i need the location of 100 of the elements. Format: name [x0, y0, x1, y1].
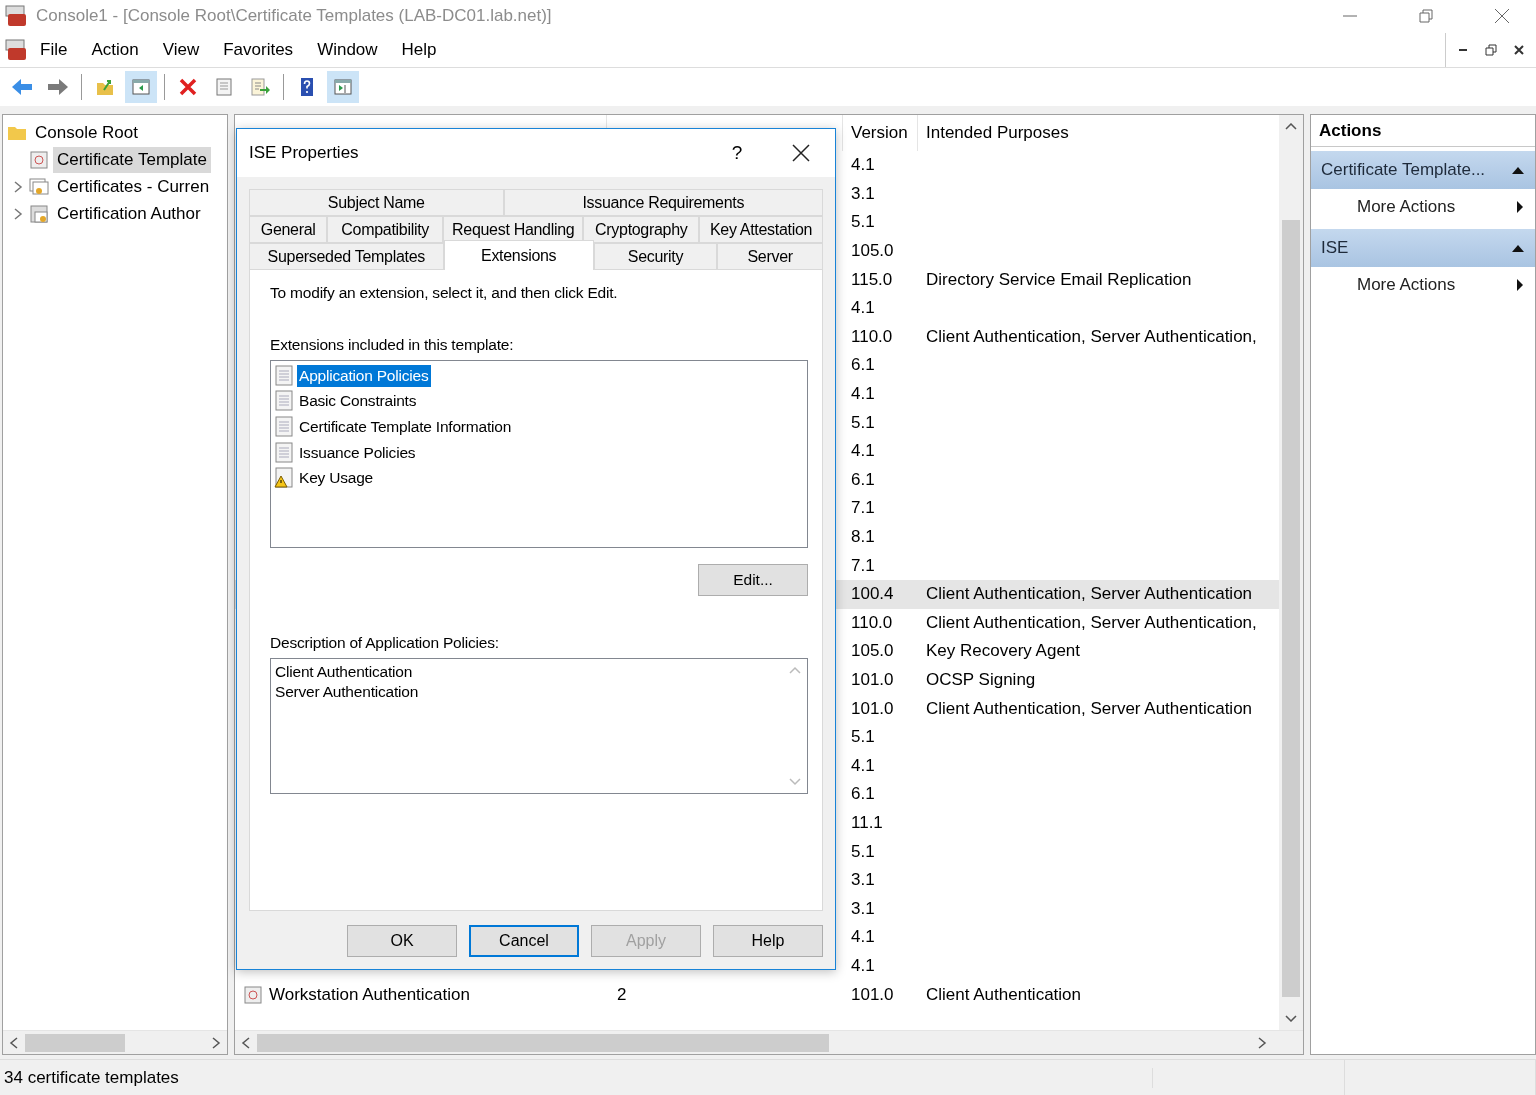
delete-icon	[178, 77, 198, 97]
app-icon	[4, 37, 28, 62]
table-cell: Client Authentication, Server Authentication	[926, 584, 1253, 605]
folder-up-icon	[95, 77, 115, 97]
restore-icon	[1485, 43, 1497, 56]
window-title: Console1 - [Console Root\Certificate Templates (LAB-DC01.lab.net)]	[36, 6, 553, 26]
extension-item[interactable]: Basic Constraints	[297, 390, 419, 413]
tab[interactable]: Cryptography	[583, 216, 700, 243]
certificates-icon	[29, 176, 49, 197]
tree-item[interactable]: Certificate Template	[53, 146, 211, 173]
table-cell: Workstation Authentication	[269, 984, 470, 1005]
table-cell: Directory Service Email Replication	[926, 269, 1192, 290]
minimize-icon	[1459, 48, 1467, 51]
table-cell: 4.1	[851, 955, 875, 976]
status-text: 34 certificate templates	[0, 1067, 1154, 1088]
table-cell-text: 2	[616, 984, 627, 1005]
tree-item[interactable]: Certification Author	[53, 200, 205, 227]
dialog-button[interactable]: OK	[347, 925, 457, 957]
table-cell: 5.1	[851, 727, 875, 748]
tab[interactable]: Compatibility	[327, 216, 443, 243]
description-label: Description of Application Policies:	[270, 634, 500, 652]
export-list-icon	[250, 77, 270, 97]
table-cell: 101.0	[851, 698, 894, 719]
description-box[interactable]: Client Authentication Server Authentication	[270, 658, 808, 794]
table-cell: 101.0	[851, 670, 894, 690]
extension-item[interactable]: Application Policies	[297, 364, 431, 387]
extension-item[interactable]: Certificate Template Information	[297, 416, 514, 438]
table-cell: 6.1	[851, 784, 875, 805]
table-cell: 105.0	[851, 641, 894, 662]
table-cell: 101.0	[851, 984, 894, 1005]
restore-icon	[1418, 8, 1434, 24]
dialog-title: ISE Properties	[249, 143, 360, 163]
submenu-arrow-icon	[1515, 200, 1525, 214]
menu-item[interactable]: View	[150, 39, 212, 60]
tab[interactable]: Superseded Templates	[249, 243, 444, 270]
extension-item[interactable]: Key Usage	[297, 467, 376, 490]
dialog-button[interactable]: Cancel	[469, 925, 579, 957]
table-cell: 3.1	[851, 870, 875, 891]
table-cell: 115.0	[851, 269, 893, 290]
actions-header: Actions	[1311, 115, 1535, 147]
tree-item[interactable]: Certificates - Curren	[53, 173, 214, 200]
certificate-template-icon	[29, 149, 49, 170]
menu-item[interactable]: File	[28, 39, 80, 60]
column-header[interactable]: Version	[843, 115, 918, 151]
column-header[interactable]: Intended Purposes	[918, 115, 1279, 151]
menu-item[interactable]: Action	[79, 39, 151, 60]
table-cell: 3.1	[851, 898, 875, 919]
table-cell: 5.1	[851, 841, 875, 862]
scroll-down-icon	[788, 777, 802, 787]
table-cell: 100.4	[851, 584, 894, 605]
collapse-triangle-icon	[1511, 243, 1525, 253]
instruction-text: To modify an extension, select it, and then click Edit.	[270, 284, 619, 302]
tab[interactable]: Security	[593, 243, 718, 270]
edit-button[interactable]: Edit...	[698, 564, 808, 596]
close-icon	[1494, 8, 1510, 24]
scrollbar-thumb[interactable]	[25, 1033, 125, 1052]
menu-item[interactable]: Window	[305, 39, 390, 60]
tab[interactable]: Key Attestation	[699, 216, 823, 243]
help-button[interactable]: ?	[707, 133, 767, 173]
tab[interactable]: Server	[717, 243, 823, 270]
table-cell: Client Authentication, Server Authentication,	[926, 326, 1257, 347]
table-cell: OCSP Signing	[926, 670, 1036, 690]
extensions-list[interactable]: Application Policies Basic Constraints Certificate Template Information Issuance Policies Key Usage	[270, 360, 808, 548]
certification-authority-icon	[29, 203, 49, 224]
expand-chevron-icon	[13, 179, 23, 194]
console-tree-icon	[131, 77, 151, 97]
scrollbar-thumb[interactable]	[1282, 220, 1300, 997]
table-cell: 7.1	[851, 498, 875, 519]
description-text: Client Authentication Server Authentication	[274, 662, 420, 702]
tab[interactable]: General	[249, 216, 328, 243]
action-pane-icon	[333, 77, 353, 97]
tab[interactable]: Issuance Requirements	[503, 189, 823, 216]
table-row[interactable]: Workstation Authentication 2 101.0 Client Authentication	[235, 980, 1279, 1009]
action-section-header[interactable]: ISE	[1311, 229, 1535, 267]
dialog-button[interactable]: Help	[713, 925, 823, 957]
scrollbar-thumb[interactable]	[257, 1033, 829, 1052]
table-cell: Client Authentication, Server Authentication,	[926, 612, 1257, 633]
close-icon	[1514, 44, 1524, 55]
tree-item[interactable]: Console Root	[31, 119, 142, 146]
tab[interactable]: Extensions	[443, 240, 594, 270]
table-cell: Client Authentication, Server Authentication	[926, 698, 1253, 719]
extensions-label: Extensions included in this template:	[270, 336, 515, 354]
table-cell: 8.1	[851, 527, 875, 547]
tab[interactable]: Subject Name	[249, 189, 504, 216]
table-cell: 110.0	[851, 326, 893, 347]
back-arrow-icon	[10, 77, 34, 97]
menu-item[interactable]: Help	[389, 39, 449, 60]
scroll-up-icon	[788, 665, 802, 675]
minimize-icon	[1342, 15, 1358, 17]
table-cell: Client Authentication	[926, 984, 1081, 1005]
menu-item[interactable]: Favorites	[211, 39, 306, 60]
action-section-header[interactable]: Certificate Template...	[1311, 151, 1535, 189]
close-icon	[792, 144, 810, 162]
submenu-arrow-icon	[1515, 278, 1525, 292]
certificate-template-icon	[243, 984, 263, 1005]
extension-item[interactable]: Issuance Policies	[297, 441, 418, 464]
app-icon	[4, 4, 28, 28]
properties-icon	[214, 77, 234, 97]
scroll-up-icon	[1285, 123, 1297, 130]
table-cell: 4.1	[851, 755, 875, 776]
